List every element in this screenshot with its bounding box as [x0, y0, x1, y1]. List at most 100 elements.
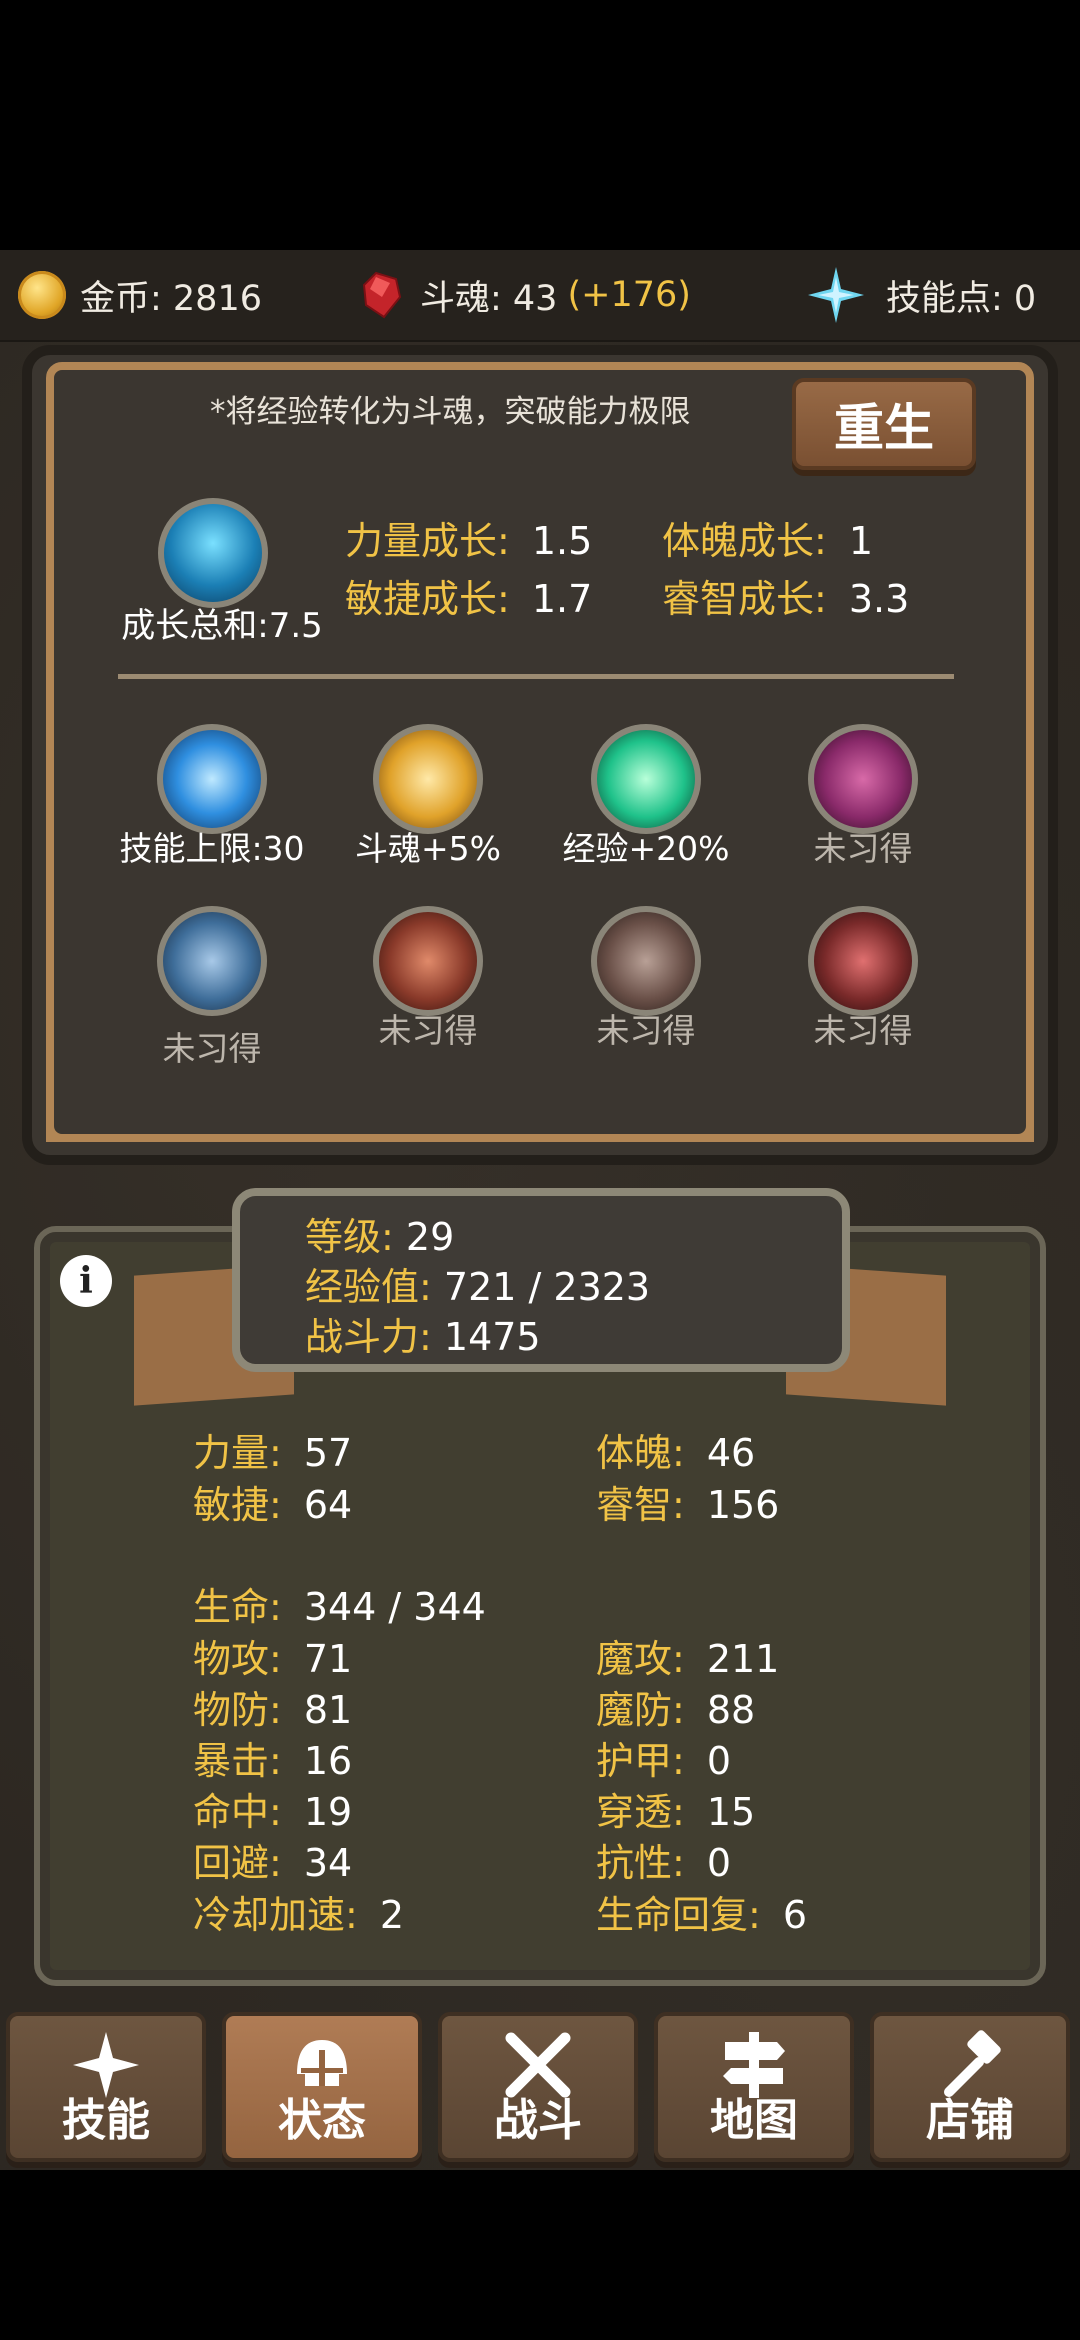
- golden-hand-icon[interactable]: [373, 724, 483, 834]
- exp-value: 721 / 2323: [443, 1265, 651, 1309]
- nav-label: 战斗: [494, 2095, 582, 2146]
- growth-value: 1.5: [531, 519, 593, 563]
- attr-label: 体魄:: [596, 1431, 685, 1475]
- blue-orb-icon[interactable]: [157, 724, 267, 834]
- frame-corner: [856, 1096, 1034, 1142]
- attr-value: 0: [706, 1739, 731, 1783]
- attr-label: 护甲:: [596, 1739, 685, 1783]
- attr-label: 物防:: [193, 1688, 282, 1732]
- growth-label: 体魄成长:: [662, 519, 827, 563]
- skill-label: 经验+20%: [562, 829, 730, 868]
- power-row: 战斗力: 1475: [305, 1306, 541, 1361]
- nav-status-button[interactable]: 状态: [222, 2012, 422, 2162]
- attr-penetration: 穿透: 15: [596, 1781, 755, 1836]
- attr-value: 6: [782, 1893, 807, 1937]
- nav-map-button[interactable]: 地图: [654, 2012, 854, 2162]
- party-horn-icon[interactable]: [808, 906, 918, 1016]
- attr-label: 睿智:: [596, 1483, 685, 1527]
- attr-value: 2: [379, 1893, 404, 1937]
- attr-hp-regen: 生命回复: 6: [596, 1884, 807, 1939]
- growth-wisdom: 睿智成长: 3.3: [662, 568, 909, 623]
- gold-display: 金币: 2816: [18, 250, 262, 340]
- gold-text: 金币: 2816: [80, 278, 262, 319]
- blue-star-icon: [808, 267, 864, 323]
- attr-wisdom: 睿智: 156: [596, 1474, 779, 1529]
- growth-value: 3.3: [848, 577, 910, 621]
- attr-label: 魔防:: [596, 1688, 685, 1732]
- attr-value: 156: [706, 1483, 780, 1527]
- rebirth-note: *将经验转化为斗魂，突破能力极限: [210, 394, 691, 430]
- skill-points-text: 技能点: 0: [886, 278, 1037, 319]
- level-row: 等级: 29: [305, 1206, 454, 1261]
- attr-label: 敏捷:: [193, 1483, 282, 1527]
- attr-value: 344 / 344: [303, 1585, 486, 1629]
- growth-label: 力量成长:: [345, 519, 510, 563]
- attr-constitution: 体魄: 46: [596, 1422, 755, 1477]
- nav-battle-button[interactable]: 战斗: [438, 2012, 638, 2162]
- attr-label: 生命:: [193, 1585, 282, 1629]
- info-icon[interactable]: i: [60, 1255, 112, 1307]
- nav-skills-button[interactable]: 技能: [6, 2012, 206, 2162]
- attr-label: 力量:: [193, 1431, 282, 1475]
- skill-label: 未习得: [813, 829, 913, 868]
- growth-strength: 力量成长: 1.5: [345, 510, 592, 565]
- growth-constitution: 体魄成长: 1: [662, 510, 873, 565]
- attr-magic-atk: 魔攻: 211: [596, 1628, 779, 1683]
- skill-points-display: 技能点: 0: [806, 250, 1036, 340]
- scimitar-icon[interactable]: [157, 906, 267, 1016]
- level-value: 29: [405, 1215, 455, 1259]
- attr-label: 抗性:: [596, 1841, 685, 1885]
- attr-value: 34: [303, 1841, 353, 1885]
- attr-label: 魔攻:: [596, 1637, 685, 1681]
- attr-value: 16: [303, 1739, 353, 1783]
- growth-total: 成长总和:7.5: [121, 606, 323, 646]
- red-gem-icon: [362, 271, 402, 319]
- attr-label: 暴击:: [193, 1739, 282, 1783]
- green-swirl-icon[interactable]: [591, 724, 701, 834]
- attr-hp: 生命: 344 / 344: [193, 1576, 486, 1631]
- attr-value: 15: [706, 1790, 756, 1834]
- nav-label: 店铺: [926, 2095, 1014, 2146]
- growth-crest-icon: [158, 498, 268, 608]
- purple-eye-icon[interactable]: [808, 724, 918, 834]
- rebirth-button[interactable]: 重生: [792, 378, 976, 470]
- horse-head-icon[interactable]: [591, 906, 701, 1016]
- nav-label: 地图: [710, 2095, 798, 2146]
- skill-label: 未习得: [162, 1029, 262, 1068]
- nav-label: 状态: [278, 2095, 366, 2146]
- attr-label: 生命回复:: [596, 1893, 761, 1937]
- growth-value: 1.7: [531, 577, 593, 621]
- attr-value: 19: [303, 1790, 353, 1834]
- nav-shop-button[interactable]: 店铺: [870, 2012, 1070, 2162]
- exp-row: 经验值: 721 / 2323: [305, 1256, 650, 1311]
- skill-label: 未习得: [378, 1011, 478, 1050]
- frame-corner: [46, 1096, 226, 1142]
- attr-value: 64: [303, 1483, 353, 1527]
- attr-crit: 暴击: 16: [193, 1730, 352, 1785]
- gold-coin-icon: [18, 271, 66, 319]
- soul-display: 斗魂: 43 (+176): [362, 250, 691, 340]
- attr-agility: 敏捷: 64: [193, 1474, 352, 1529]
- attr-armor: 护甲: 0: [596, 1730, 731, 1785]
- attr-strength: 力量: 57: [193, 1422, 352, 1477]
- nav-label: 技能: [62, 2095, 150, 2146]
- power-label: 战斗力:: [305, 1315, 432, 1359]
- attr-value: 211: [706, 1637, 780, 1681]
- attr-cooldown: 冷却加速: 2: [193, 1884, 404, 1939]
- attr-value: 57: [303, 1431, 353, 1475]
- attr-evasion: 回避: 34: [193, 1832, 352, 1887]
- currency-bar: 金币: 2816 斗魂: 43 (+176) 技能点: 0: [0, 250, 1080, 342]
- fire-warrior-icon[interactable]: [373, 906, 483, 1016]
- exp-label: 经验值:: [305, 1265, 432, 1309]
- attr-hit: 命中: 19: [193, 1781, 352, 1836]
- attr-value: 88: [706, 1688, 756, 1732]
- attr-phys-def: 物防: 81: [193, 1679, 352, 1734]
- skill-label: 斗魂+5%: [354, 829, 501, 868]
- attr-value: 81: [303, 1688, 353, 1732]
- growth-value: 1: [848, 519, 873, 563]
- power-value: 1475: [443, 1315, 541, 1359]
- attr-value: 46: [706, 1431, 756, 1475]
- skill-label: 未习得: [596, 1011, 696, 1050]
- attr-label: 物攻:: [193, 1637, 282, 1681]
- attr-phys-atk: 物攻: 71: [193, 1628, 352, 1683]
